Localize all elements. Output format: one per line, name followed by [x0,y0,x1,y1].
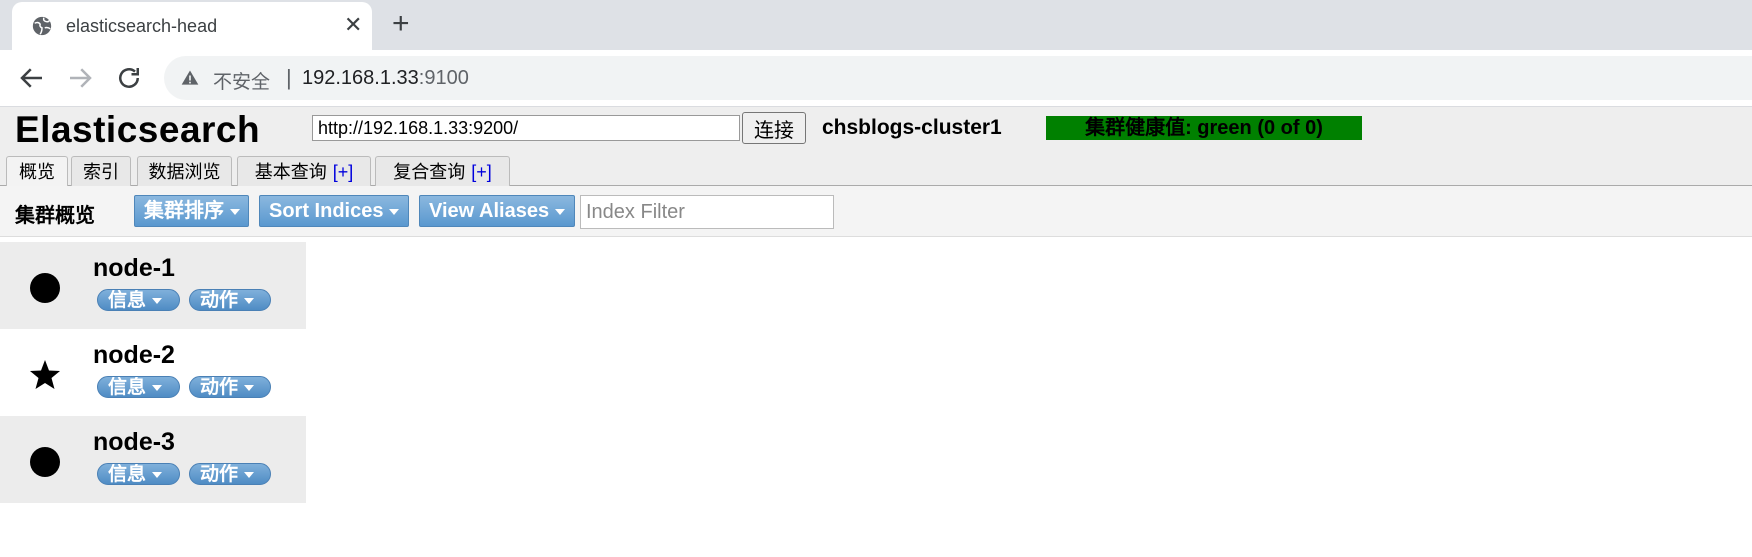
address-bar[interactable]: 不安全 | 192.168.1.33:9100 [164,56,1752,100]
caret-down-icon [152,384,163,391]
node-info-button[interactable]: 信息 [97,463,180,485]
tab-browser[interactable]: 数据浏览 [137,156,232,186]
node-info-label: 信息 [108,464,147,485]
address-url[interactable]: 192.168.1.33:9100 [302,67,469,90]
app-tabs: 概览 索引 数据浏览 基本查询 [+] 复合查询 [+] [0,154,1752,187]
address-separator: | [286,65,292,90]
tab-plus[interactable]: [+] [471,162,492,182]
circle-icon [30,447,60,477]
tab-label: 数据浏览 [148,162,221,182]
caret-down-icon [244,471,255,478]
cluster-sort-button[interactable]: 集群排序 [134,195,249,227]
overview-title: 集群概览 [15,205,95,227]
node-row: node-1 信息 动作 [0,242,306,329]
view-aliases-label: View Aliases [429,200,550,222]
caret-down-icon [152,297,163,304]
node-name: node-1 [93,254,175,282]
back-icon[interactable] [17,63,47,93]
reload-icon[interactable] [114,63,144,93]
node-action-label: 动作 [200,464,239,485]
tab-label: 基本查询 [254,162,327,182]
caret-down-icon [244,297,255,304]
caret-down-icon [389,208,400,215]
node-info-button[interactable]: 信息 [97,376,180,398]
sort-indices-button[interactable]: Sort Indices [259,195,409,227]
connect-button[interactable]: 连接 [742,112,806,144]
warning-icon[interactable] [180,68,200,88]
node-name: node-3 [93,428,175,456]
sort-indices-label: Sort Indices [269,200,384,222]
tab-basic-query[interactable]: 基本查询 [+] [237,156,371,186]
star-icon [30,360,60,389]
insecure-label[interactable]: 不安全 [213,67,270,94]
tab-indices[interactable]: 索引 [71,156,131,186]
node-name: node-2 [93,341,175,369]
app-logo: Elasticsearch [15,109,261,150]
tab-label: 索引 [83,162,119,182]
caret-down-icon [555,208,566,215]
node-row: node-2 信息 动作 [0,329,306,416]
new-tab-icon[interactable]: + [392,8,410,40]
node-action-label: 动作 [200,377,239,398]
node-info-label: 信息 [108,377,147,398]
connect-uri-input[interactable] [312,115,740,141]
browser-tab-title: elasticsearch-head [66,16,218,36]
caret-down-icon [230,208,240,215]
browser-toolbar: 不安全 | 192.168.1.33:9100 [0,50,1752,107]
overview-toolbar: 集群概览 集群排序 Sort Indices View Aliases [0,186,1752,237]
browser-tabstrip: elasticsearch-head ✕ + [0,0,1752,50]
cluster-health-badge: 集群健康值: green (0 of 0) [1046,116,1362,140]
caret-down-icon [152,471,163,478]
close-tab-icon[interactable]: ✕ [344,12,362,38]
cluster-sort-label: 集群排序 [144,200,224,222]
node-action-button[interactable]: 动作 [189,463,271,485]
tab-plus[interactable]: [+] [333,162,354,182]
circle-icon [30,273,60,303]
node-row: node-3 信息 动作 [0,416,306,503]
node-action-button[interactable]: 动作 [189,289,271,311]
tab-label: 复合查询 [393,162,466,182]
globe-icon [32,16,52,36]
address-host: 192.168.1.33 [302,67,419,89]
caret-down-icon [244,384,255,391]
node-info-label: 信息 [108,290,147,311]
address-port: :9100 [418,67,469,89]
node-info-button[interactable]: 信息 [97,289,180,311]
tab-label: 概览 [19,162,55,182]
tab-compound-query[interactable]: 复合查询 [+] [375,156,510,186]
node-action-label: 动作 [200,290,239,311]
tab-overview[interactable]: 概览 [6,156,68,187]
view-aliases-button[interactable]: View Aliases [419,195,575,227]
node-action-button[interactable]: 动作 [189,376,271,398]
cluster-name: chsblogs-cluster1 [822,116,1002,139]
forward-icon[interactable] [65,63,95,93]
browser-tab[interactable]: elasticsearch-head ✕ [12,2,372,50]
index-filter-input[interactable] [580,195,834,229]
